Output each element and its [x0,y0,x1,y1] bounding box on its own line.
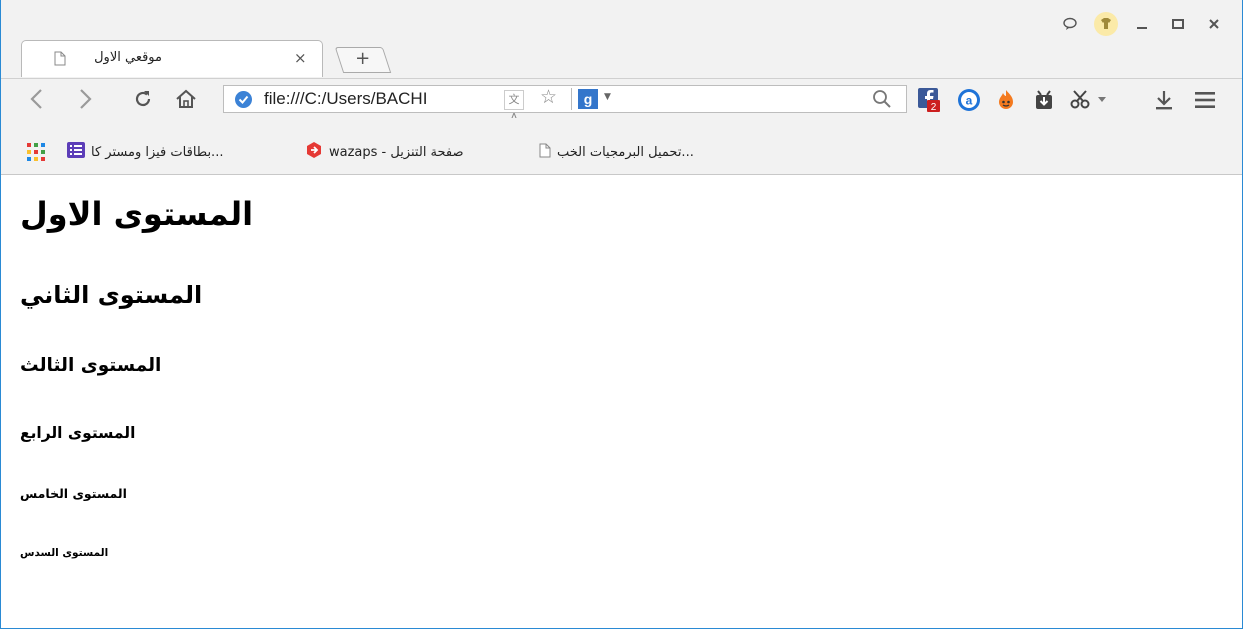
forward-icon[interactable] [71,85,99,113]
svg-text:a: a [966,94,973,108]
close-icon[interactable] [1196,10,1232,38]
heading-level-1: المستوى الاول [20,195,254,233]
heading-level-2: المستوى الثاني [20,281,203,309]
heading-level-3: المستوى الثالث [20,355,162,376]
menu-icon[interactable] [1193,88,1217,112]
translate-icon[interactable]: 文A [504,90,524,124]
google-search-icon[interactable]: g [578,89,598,109]
extension-shirt-icon[interactable] [1088,10,1124,38]
a-extension-icon[interactable]: a [957,88,981,112]
bookmark-label: ...بطاقات فيزا ومستر كا [91,144,224,160]
heading-level-6: المستوى السدس [20,547,109,559]
plus-icon: + [355,48,371,69]
title-bar: موقعي الاول × + [1,0,1242,78]
tab-active[interactable]: موقعي الاول × [21,40,323,77]
page-icon [54,51,66,70]
hola-extension-icon[interactable] [994,88,1018,112]
facebook-badge: 2 [931,102,937,113]
apps-grid-icon[interactable] [27,141,45,163]
address-bar[interactable]: file:///C:/Users/BACHI 文A ☆ g ▼ [223,85,907,124]
divider [571,88,572,110]
browser-toolbar: file:///C:/Users/BACHI 文A ☆ g ▼ 2 a [1,78,1242,124]
download-icon[interactable] [1152,88,1176,112]
heading-level-4: المستوى الرابع [20,424,136,442]
chevron-down-icon[interactable] [1095,88,1109,112]
tab-close-icon[interactable]: × [294,49,307,67]
wazaps-icon [305,141,323,163]
page-content: المستوى الاول المستوى الثاني المستوى الث… [1,175,1242,628]
url-text[interactable]: file:///C:/Users/BACHI [264,89,427,109]
minimize-icon[interactable] [1124,10,1160,38]
browser-window: موقعي الاول × + file:///C:/Users/BACHI 文… [0,0,1243,629]
chevron-down-icon[interactable]: ▼ [604,92,611,102]
bookmark-wazaps[interactable]: wazaps - صفحة التنزيل [305,141,464,163]
maximize-icon[interactable] [1160,10,1196,38]
chat-icon[interactable] [1052,10,1088,38]
bookmark-visa[interactable]: ...بطاقات فيزا ومستر كا [67,141,223,163]
heading-level-5: المستوى الخامس [20,486,127,501]
reload-icon[interactable] [129,85,157,113]
bookmarks-bar: ...بطاقات فيزا ومستر كا wazaps - صفحة ال… [1,118,1242,175]
home-icon[interactable] [172,85,200,113]
downloader-extension-icon[interactable] [1032,88,1056,112]
back-icon[interactable] [23,85,51,113]
bookmark-label: ...تحميل البرمجيات الخب [557,144,694,160]
facebook-icon[interactable]: 2 [917,88,941,113]
list-icon [67,142,85,162]
new-tab-button[interactable]: + [334,47,392,73]
bookmark-label: wazaps - صفحة التنزيل [329,144,464,160]
secure-icon [235,91,252,108]
search-icon[interactable] [872,89,892,113]
window-controls [1052,10,1232,38]
scissors-icon[interactable] [1069,88,1093,112]
star-icon[interactable]: ☆ [540,86,557,108]
page-icon [539,143,551,162]
tab-title: موقعي الاول [94,50,162,65]
bookmark-software[interactable]: ...تحميل البرمجيات الخب [539,141,694,163]
